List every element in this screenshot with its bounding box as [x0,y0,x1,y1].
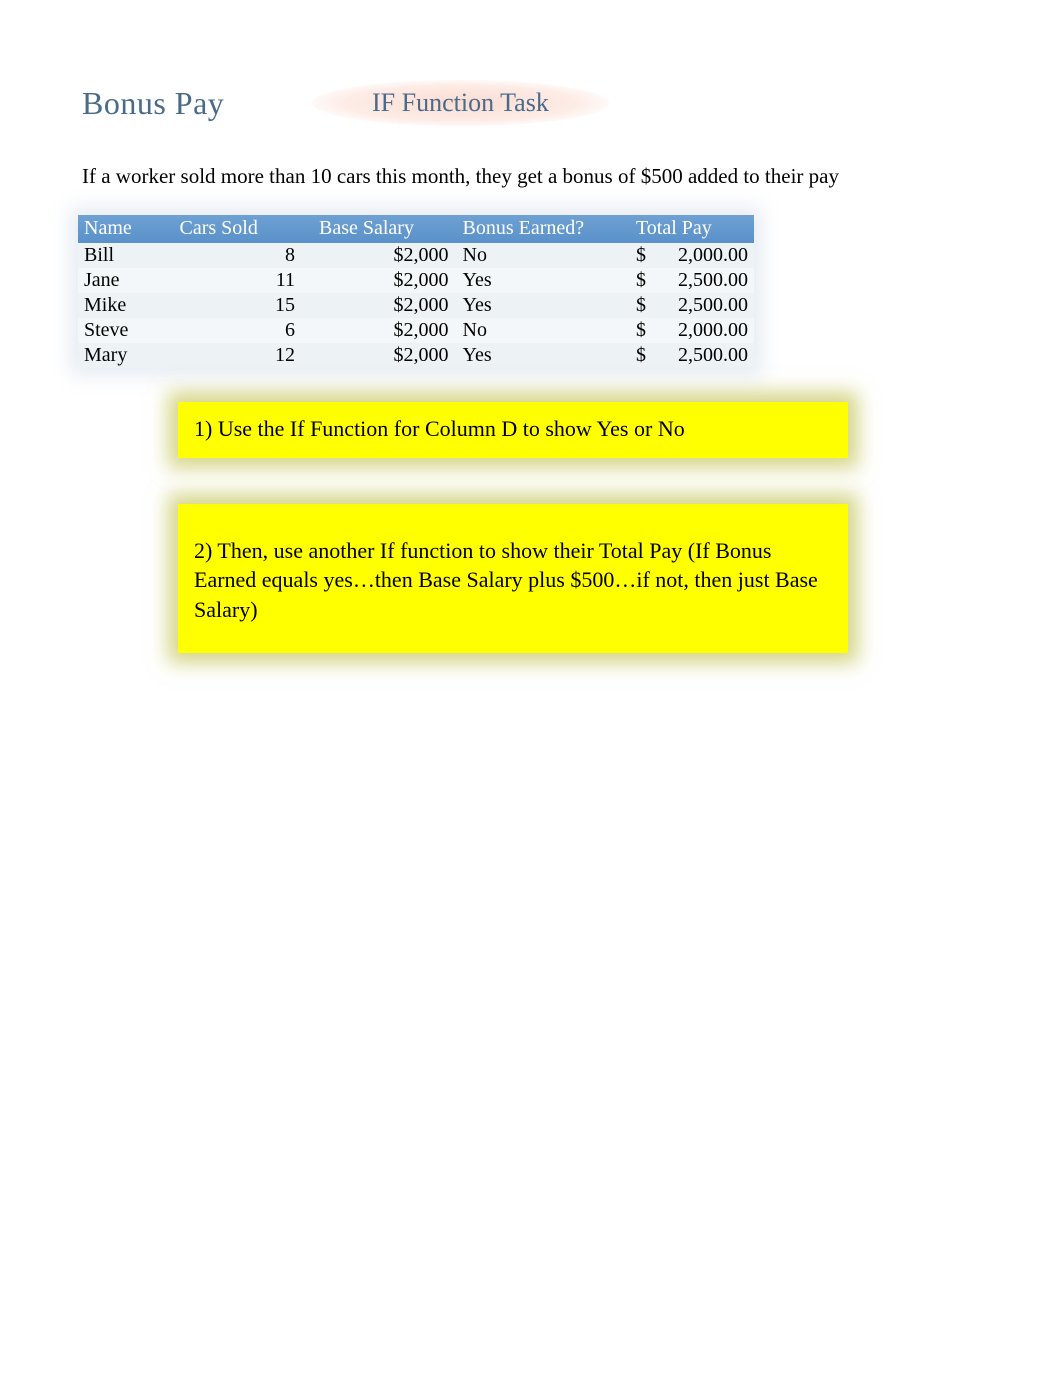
cell-bonus-earned: No [455,318,630,343]
cell-base-salary: $2,000 [313,343,455,368]
cell-total-pay: $ 2,500.00 [630,343,754,368]
table-header-row: Name Cars Sold Base Salary Bonus Earned?… [78,215,754,243]
total-value: 2,500.00 [678,294,748,317]
total-currency-symbol: $ [636,319,646,342]
cell-total-pay: $ 2,500.00 [630,268,754,293]
task-title: IF Function Task [312,80,609,126]
cell-cars-sold: 15 [174,293,313,318]
total-currency-symbol: $ [636,244,646,267]
cell-bonus-earned: No [455,243,630,268]
cell-total-pay: $ 2,000.00 [630,243,754,268]
cell-name: Steve [78,318,174,343]
cell-cars-sold: 11 [174,268,313,293]
total-value: 2,000.00 [678,244,748,267]
cell-total-pay: $ 2,000.00 [630,318,754,343]
instruction-callout-2: 2) Then, use another If function to show… [178,504,848,653]
cell-base-salary: $2,000 [313,268,455,293]
cell-bonus-earned: Yes [455,293,630,318]
cell-cars-sold: 12 [174,343,313,368]
table-row: Mike 15 $2,000 Yes $ 2,500.00 [78,293,754,318]
cell-bonus-earned: Yes [455,343,630,368]
total-value: 2,500.00 [678,344,748,367]
table-row: Jane 11 $2,000 Yes $ 2,500.00 [78,268,754,293]
cell-base-salary: $2,000 [313,293,455,318]
intro-text: If a worker sold more than 10 cars this … [82,164,1062,189]
cell-total-pay: $ 2,500.00 [630,293,754,318]
table-row: Steve 6 $2,000 No $ 2,000.00 [78,318,754,343]
total-value: 2,500.00 [678,269,748,292]
col-header-base-salary: Base Salary [313,215,455,243]
total-value: 2,000.00 [678,319,748,342]
page-title: Bonus Pay [82,85,322,122]
col-header-name: Name [78,215,174,243]
cell-name: Jane [78,268,174,293]
col-header-cars-sold: Cars Sold [174,215,313,243]
cell-cars-sold: 6 [174,318,313,343]
cell-name: Mike [78,293,174,318]
col-header-bonus-earned: Bonus Earned? [455,215,630,243]
bonus-pay-table: Name Cars Sold Base Salary Bonus Earned?… [78,215,754,368]
instruction-callout-1: 1) Use the If Function for Column D to s… [178,402,848,458]
cell-name: Mary [78,343,174,368]
cell-name: Bill [78,243,174,268]
table-row: Bill 8 $2,000 No $ 2,000.00 [78,243,754,268]
cell-bonus-earned: Yes [455,268,630,293]
total-currency-symbol: $ [636,344,646,367]
header-row: Bonus Pay IF Function Task [82,80,1062,126]
cell-base-salary: $2,000 [313,243,455,268]
cell-base-salary: $2,000 [313,318,455,343]
table-row: Mary 12 $2,000 Yes $ 2,500.00 [78,343,754,368]
total-currency-symbol: $ [636,269,646,292]
col-header-total-pay: Total Pay [630,215,754,243]
total-currency-symbol: $ [636,294,646,317]
cell-cars-sold: 8 [174,243,313,268]
